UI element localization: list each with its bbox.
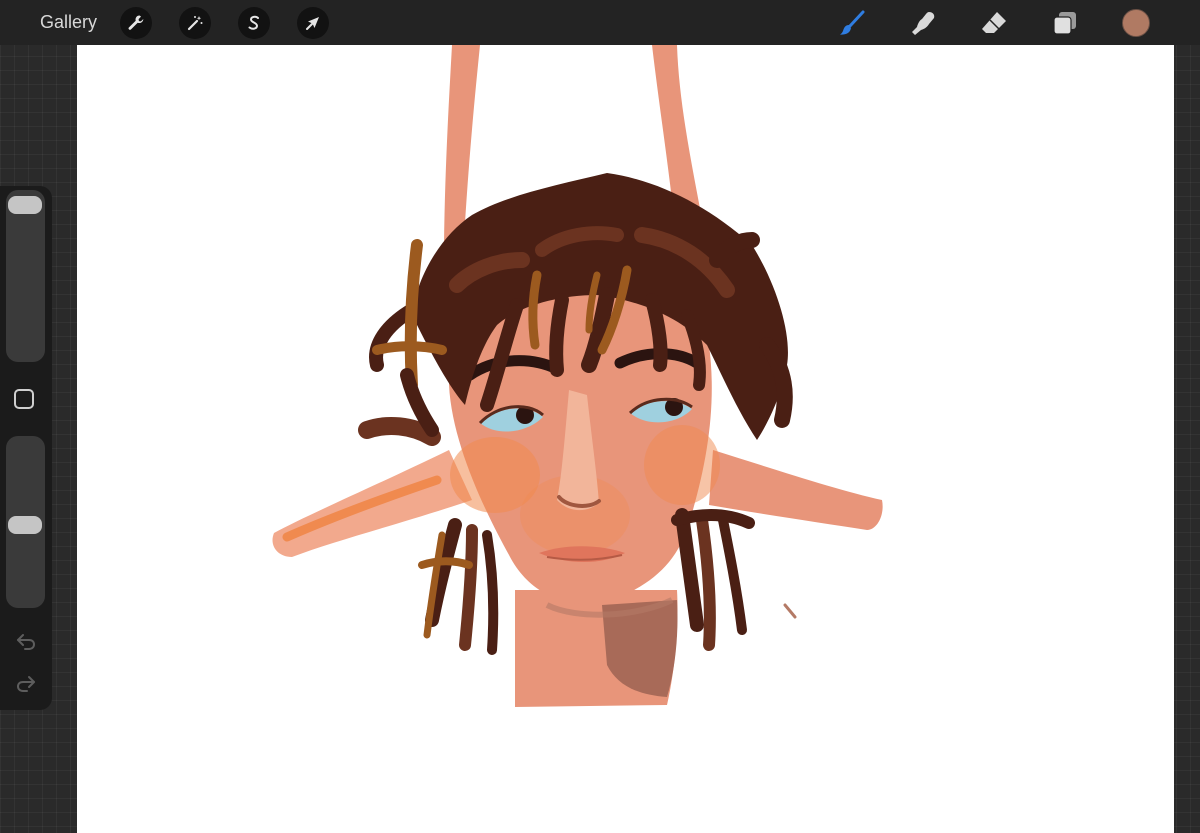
layers-button[interactable] (1050, 8, 1080, 38)
actions-button[interactable] (120, 7, 152, 39)
eraser-tool-button[interactable] (979, 8, 1009, 38)
selection-button[interactable] (238, 7, 270, 39)
magic-wand-icon (187, 16, 203, 31)
redo-button[interactable] (14, 672, 38, 696)
brush-size-slider[interactable] (6, 190, 45, 362)
brush-tool-button[interactable] (837, 8, 867, 38)
smudge-tool-button[interactable] (908, 8, 938, 38)
left-sidebar (0, 186, 52, 710)
brush-icon (840, 10, 865, 35)
modify-button[interactable] (14, 389, 34, 409)
undo-button[interactable] (14, 630, 38, 654)
selection-s-icon (248, 15, 259, 30)
brush-size-thumb[interactable] (8, 196, 42, 214)
undo-icon (17, 634, 36, 650)
gallery-button[interactable]: Gallery (40, 11, 97, 33)
top-toolbar: Gallery (0, 0, 1200, 45)
transform-button[interactable] (297, 7, 329, 39)
layers-icon (1053, 12, 1076, 35)
wrench-icon (128, 15, 144, 30)
painted-portrait (272, 45, 883, 707)
adjustments-button[interactable] (179, 7, 211, 39)
opacity-thumb[interactable] (8, 516, 42, 534)
redo-icon (16, 676, 35, 692)
eraser-icon (982, 12, 1006, 33)
opacity-slider[interactable] (6, 436, 45, 608)
smudge-finger-icon (912, 12, 935, 35)
arrow-cursor-icon (306, 17, 319, 30)
drawing-canvas[interactable] (77, 45, 1174, 833)
color-picker-button[interactable] (1122, 9, 1150, 37)
